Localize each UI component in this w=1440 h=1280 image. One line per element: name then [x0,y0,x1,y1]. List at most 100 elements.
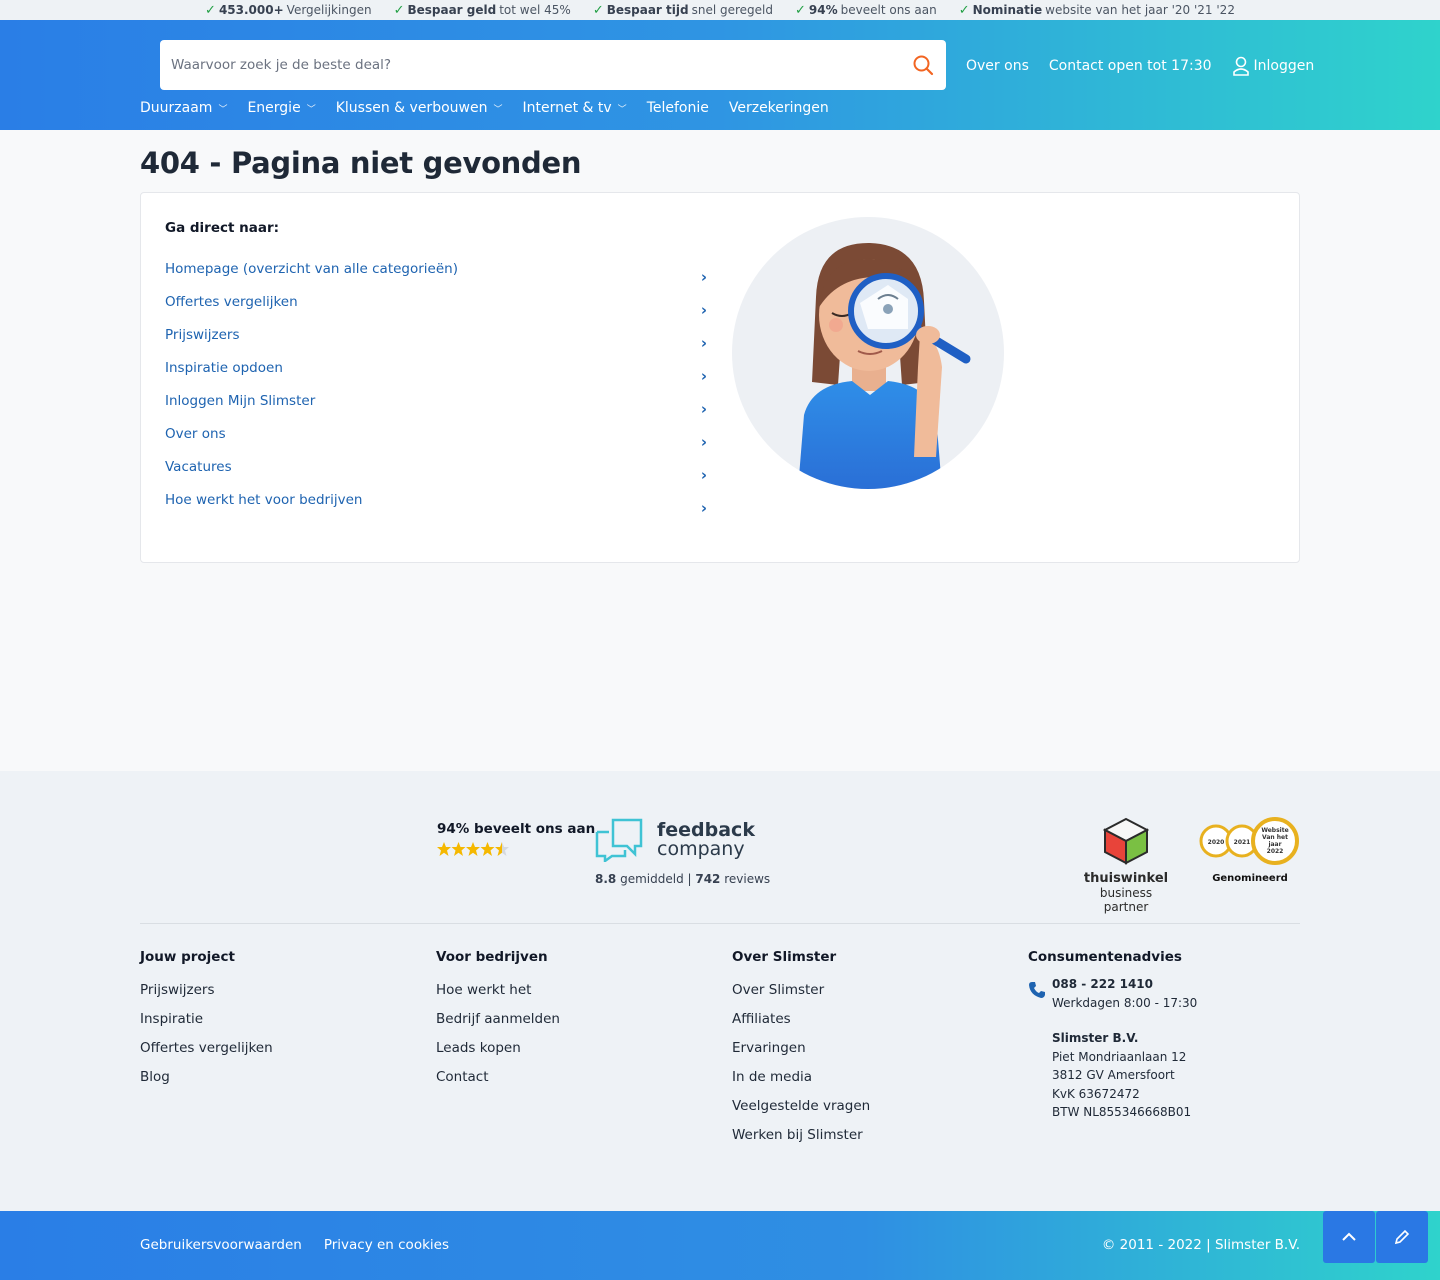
footer-col-title: Jouw project [140,949,235,965]
usp-item: ✓ Nominatie website van het jaar '20 '21 … [959,3,1235,18]
quick-link-label: Prijswijzers [165,327,240,343]
quick-link[interactable]: Hoe werkt het voor bedrijven › [165,490,707,523]
chat-bubbles-icon [595,818,643,862]
footer-link[interactable]: Blog [140,1063,420,1092]
feedback-stats: 8.8 gemiddeld | 742 reviews [595,872,771,886]
cube-logo-icon [1102,817,1150,865]
quick-link[interactable]: Prijswijzers › [165,325,707,358]
chevron-right-icon: › [700,466,707,484]
quick-link[interactable]: Offertes vergelijken › [165,292,707,325]
usp-text: beveelt ons aan [840,3,937,17]
quick-links-list: Homepage (overzicht van alle categorieën… [165,259,707,523]
footer-contact: Consumentenadvies 088 - 222 1410 Werkdag… [1028,949,1197,1122]
rating-block: 94% beveelt ons aan [437,821,595,861]
nav-item-internet-tv[interactable]: Internet & tv ﹀ [522,100,626,116]
feedback-button[interactable] [1376,1211,1428,1263]
chevron-right-icon: › [700,499,707,517]
contact-phone[interactable]: 088 - 222 1410 [1052,977,1153,991]
contact-link[interactable]: Contact open tot 17:30 [1049,58,1212,74]
usp-item: ✓ Bespaar tijd snel geregeld [593,3,773,18]
arrow-up-icon [1342,1232,1356,1241]
nav-label: Duurzaam [140,100,213,116]
copyright: © 2011 - 2022 | Slimster B.V. [1101,1237,1300,1253]
search-input[interactable] [160,40,900,90]
feedback-company-block[interactable]: feedback company 8.8 gemiddeld | 742 rev… [595,818,770,886]
footer-link[interactable]: In de media [732,1063,1012,1092]
scroll-top-button[interactable] [1323,1211,1375,1263]
chevron-down-icon: ﹀ [306,104,316,115]
svg-text:2021: 2021 [1234,839,1251,846]
nav-item-energie[interactable]: Energie ﹀ [247,100,315,116]
footer-col-over-slimster: Over Slimster Over Slimster Affiliates E… [732,949,1012,1150]
legal-links: Gebruikersvoorwaarden Privacy en cookies [140,1237,449,1253]
nav-item-telefonie[interactable]: Telefonie [647,100,709,116]
main-nav: Duurzaam ﹀ Energie ﹀ Klussen & verbouwen ﹀ … [140,100,829,116]
address-line: Piet Mondriaanlaan 12 [1052,1049,1187,1064]
usp-bold: 94% [808,3,838,17]
fbc-reviews: 742 [695,872,721,886]
chevron-down-icon: ﹀ [493,104,503,115]
rating-title: 94% beveelt ons aan [437,821,596,837]
usp-item: ✓ 94% beveelt ons aan [795,3,937,18]
award-badge[interactable]: 2020 2021 Website Van het jaar 2022 Geno… [1199,817,1301,884]
usp-item: ✓ 453.000+ Vergelijkingen [205,3,372,18]
footer-col-title: Voor bedrijven [436,949,548,965]
svg-text:Website: Website [1261,827,1288,834]
usp-bold: 453.000+ [218,3,284,17]
footer-divider [140,923,1300,924]
quick-link[interactable]: Vacatures › [165,457,707,490]
phone-icon [1029,982,1045,998]
check-icon: ✓ [795,2,806,18]
search-icon[interactable] [900,40,946,90]
usp-text: snel geregeld [691,3,773,17]
quick-link-label: Inspiratie opdoen [165,360,283,376]
contact-title: Consumentenadvies [1028,949,1182,965]
quick-link[interactable]: Homepage (overzicht van alle categorieën… [165,259,707,292]
footer-link[interactable]: Ervaringen [732,1034,1012,1063]
search-box [160,40,946,90]
footer-link[interactable]: Werken bij Slimster [732,1121,1012,1150]
check-icon: ✓ [592,2,604,18]
footer-link[interactable]: Bedrijf aanmelden [436,1005,716,1034]
login-link[interactable]: Inloggen [1232,56,1314,76]
thuiswinkel-badge[interactable]: thuiswinkel business partner [1076,817,1176,914]
page-title: 404 - Pagina niet gevonden [140,146,582,180]
quick-link[interactable]: Over ons › [165,424,707,457]
chevron-right-icon: › [700,301,707,319]
footer-link[interactable]: Leads kopen [436,1034,716,1063]
footer-link[interactable]: Hoe werkt het [436,976,716,1005]
footer-link[interactable]: Over Slimster [732,976,1012,1005]
chevron-down-icon: ﹀ [617,104,627,115]
nav-item-duurzaam[interactable]: Duurzaam ﹀ [140,100,227,116]
footer-link[interactable]: Prijswijzers [140,976,420,1005]
chevron-right-icon: › [700,433,707,451]
address-line: BTW NL855346668B01 [1052,1105,1192,1119]
bottom-bar: Gebruikersvoorwaarden Privacy en cookies… [0,1211,1440,1280]
privacy-link[interactable]: Privacy en cookies [324,1237,449,1253]
address-line: KvK 63672472 [1052,1086,1140,1101]
footer-link[interactable]: Offertes vergelijken [140,1034,420,1063]
footer-col-title: Over Slimster [732,949,837,965]
nav-item-klussen[interactable]: Klussen & verbouwen ﹀ [336,100,503,116]
footer-link[interactable]: Veelgestelde vragen [732,1092,1012,1121]
chevron-right-icon: › [700,367,707,385]
usp-bar: ✓ 453.000+ Vergelijkingen ✓ Bespaar geld t… [0,0,1440,20]
user-icon [1232,56,1249,76]
quick-link[interactable]: Inloggen Mijn Slimster › [165,391,707,424]
contact-hours: Werkdagen 8:00 - 17:30 [1052,996,1198,1010]
nav-item-verzekeringen[interactable]: Verzekeringen [729,100,829,116]
footer-link[interactable]: Affiliates [732,1005,1012,1034]
pencil-icon [1394,1229,1410,1245]
usp-text: tot wel 45% [499,3,571,17]
footer-link[interactable]: Inspiratie [140,1005,420,1034]
quick-link-label: Over ons [165,426,226,442]
terms-link[interactable]: Gebruikersvoorwaarden [140,1237,302,1253]
footer-link[interactable]: Contact [436,1063,716,1092]
quick-link-label: Homepage (overzicht van alle categorieën… [165,261,458,277]
fbc-score: 8.8 [595,872,617,886]
footer-col-jouw-project: Jouw project Prijswijzers Inspiratie Off… [140,949,420,1092]
direct-heading: Ga direct naar: [165,220,280,236]
quick-link[interactable]: Inspiratie opdoen › [165,358,707,391]
about-link[interactable]: Over ons [966,58,1029,74]
chevron-down-icon: ﹀ [218,104,228,115]
